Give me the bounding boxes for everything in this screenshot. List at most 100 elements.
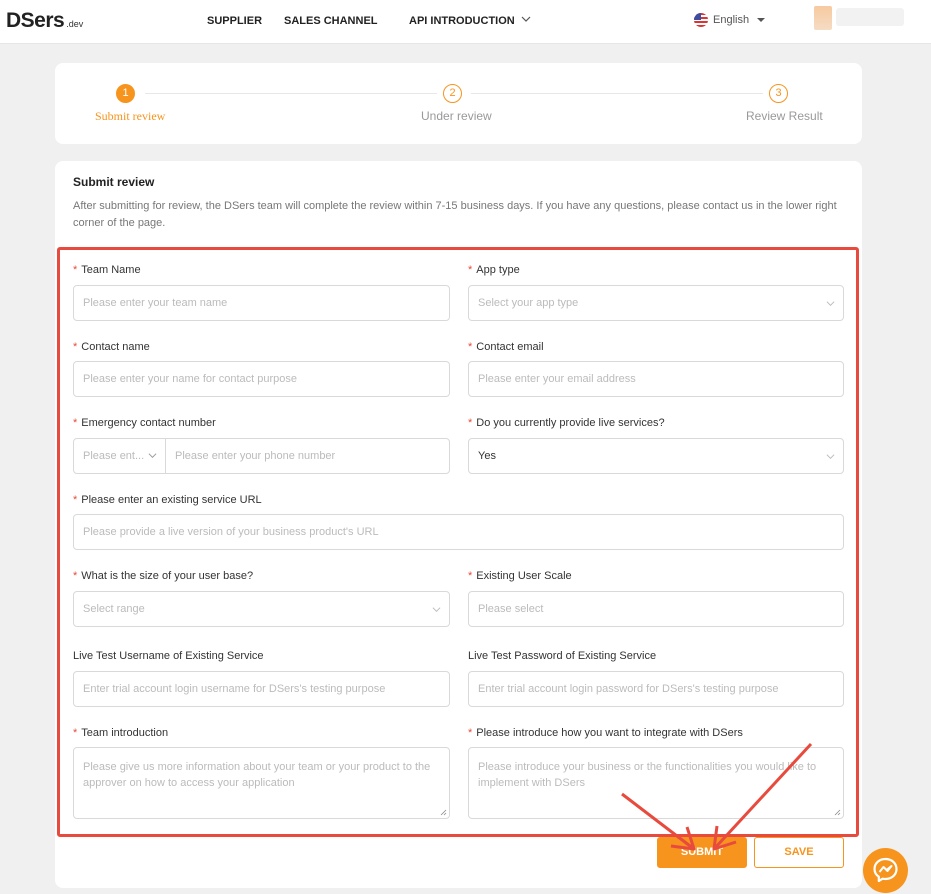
label-text: App type [476,264,520,276]
label-text: Do you currently provide live services? [476,417,665,429]
integration-label: * Please introduce how you want to integr… [468,727,743,739]
placeholder-text: Please enter your email address [478,373,636,385]
top-header: DSers .dev SUPPLIER SALES CHANNEL API INT… [0,0,931,44]
required-mark: * [468,264,473,276]
step-3-circle: 3 [769,84,788,103]
placeholder-text: Enter trial account login username for D… [83,683,386,695]
emergency-number-label: * Emergency contact number [73,417,216,429]
step-1-circle: 1 [116,84,135,103]
placeholder-text: Please introduce your business or the fu… [478,761,817,789]
logo-text: DSers [6,9,65,32]
service-url-input[interactable]: Please provide a live version of your bu… [73,514,844,550]
team-intro-textarea[interactable]: Please give us more information about yo… [73,747,450,819]
label-text: Team introduction [81,727,169,739]
placeholder-text: Please enter your name for contact purpo… [83,373,298,385]
user-name-blurred[interactable] [836,8,904,26]
save-button[interactable]: SAVE [754,837,844,868]
test-username-input[interactable]: Enter trial account login username for D… [73,671,450,707]
nav-supplier[interactable]: SUPPLIER [207,15,262,27]
contact-name-input[interactable]: Please enter your name for contact purpo… [73,361,450,397]
required-mark: * [468,727,473,739]
label-text: Please introduce how you want to integra… [476,727,743,739]
caret-down-icon [757,18,766,22]
us-flag-icon [694,13,708,27]
logo-suffix: .dev [66,19,84,29]
chevron-down-icon [432,607,441,613]
required-mark: * [73,341,78,353]
progress-steps: 1 Submit review 2 Under review 3 Review … [55,63,862,144]
test-password-label: Live Test Password of Existing Service [468,650,657,662]
nav-sales-channel[interactable]: SALES CHANNEL [284,15,378,27]
step-1-label: Submit review [95,109,166,123]
required-mark: * [73,264,78,276]
user-base-label: * What is the size of your user base? [73,570,253,582]
contact-email-input[interactable]: Please enter your email address [468,361,844,397]
form-title: Submit review [73,175,155,189]
label-text: Existing User Scale [476,570,572,582]
team-name-label: * Team Name [73,264,141,276]
contact-name-label: * Contact name [73,341,150,353]
required-mark: * [73,570,78,582]
phone-number-input[interactable]: Please enter your phone number [166,439,449,473]
placeholder-text: Please enter your phone number [175,450,336,462]
live-services-label: * Do you currently provide live services? [468,417,665,429]
emergency-number-group: Please ent... Please enter your phone nu… [73,438,450,474]
step-3-label: Review Result [746,109,823,123]
nav-api-introduction[interactable]: API INTRODUCTION [409,15,515,27]
label-text: Please enter an existing service URL [81,494,262,506]
required-mark: * [468,341,473,353]
required-mark: * [468,417,473,429]
app-type-select[interactable]: Select your app type [468,285,844,321]
required-mark: * [73,727,78,739]
resize-handle-icon[interactable] [440,809,447,816]
resize-handle-icon[interactable] [834,809,841,816]
avatar[interactable] [814,6,832,30]
label-text: Contact name [81,341,150,353]
submit-button[interactable]: SUBMIT [657,837,747,868]
required-mark: * [73,494,78,506]
user-scale-select[interactable]: Please select [468,591,844,627]
test-password-input[interactable]: Enter trial account login password for D… [468,671,844,707]
chevron-down-icon [826,301,835,307]
language-selector[interactable]: English [694,13,766,27]
placeholder-text: Select your app type [478,297,579,309]
dsers-logo[interactable]: DSers .dev [6,9,83,33]
chevron-down-icon [826,454,835,460]
chevron-down-icon[interactable] [521,14,531,24]
submit-review-card: Submit review After submitting for revie… [55,161,862,888]
required-mark: * [468,570,473,582]
app-type-label: * App type [468,264,520,276]
step-connector [471,93,763,94]
test-username-label: Live Test Username of Existing Service [73,650,264,662]
label-text: Contact email [476,341,544,353]
placeholder-text: Enter trial account login password for D… [478,683,779,695]
placeholder-text: Select range [83,603,145,615]
placeholder-text: Please select [478,603,544,615]
integration-textarea[interactable]: Please introduce your business or the fu… [468,747,844,819]
team-name-input[interactable]: Please enter your team name [73,285,450,321]
label-text: Emergency contact number [81,417,216,429]
user-base-select[interactable]: Select range [73,591,450,627]
step-connector [145,93,437,94]
team-intro-label: * Team introduction [73,727,168,739]
step-2-label: Under review [421,109,492,123]
step-2-circle: 2 [443,84,462,103]
chat-button[interactable] [863,848,908,893]
user-scale-label: * Existing User Scale [468,570,572,582]
required-mark: * [73,417,78,429]
chevron-down-icon [148,453,157,459]
label-text: Team Name [81,264,141,276]
messenger-icon [873,857,898,883]
placeholder-text: Please give us more information about yo… [83,761,431,789]
live-services-select[interactable]: Yes [468,438,844,474]
placeholder-text: Please enter your team name [83,297,228,309]
language-label: English [713,14,750,26]
contact-email-label: * Contact email [468,341,544,353]
form-description: After submitting for review, the DSers t… [73,200,837,229]
placeholder-text: Please provide a live version of your bu… [83,526,379,538]
selected-value: Yes [478,450,496,462]
country-code-select[interactable]: Please ent... [74,439,165,473]
label-text: What is the size of your user base? [81,570,254,582]
service-url-label: * Please enter an existing service URL [73,494,262,506]
placeholder-text: Please ent... [83,450,145,462]
